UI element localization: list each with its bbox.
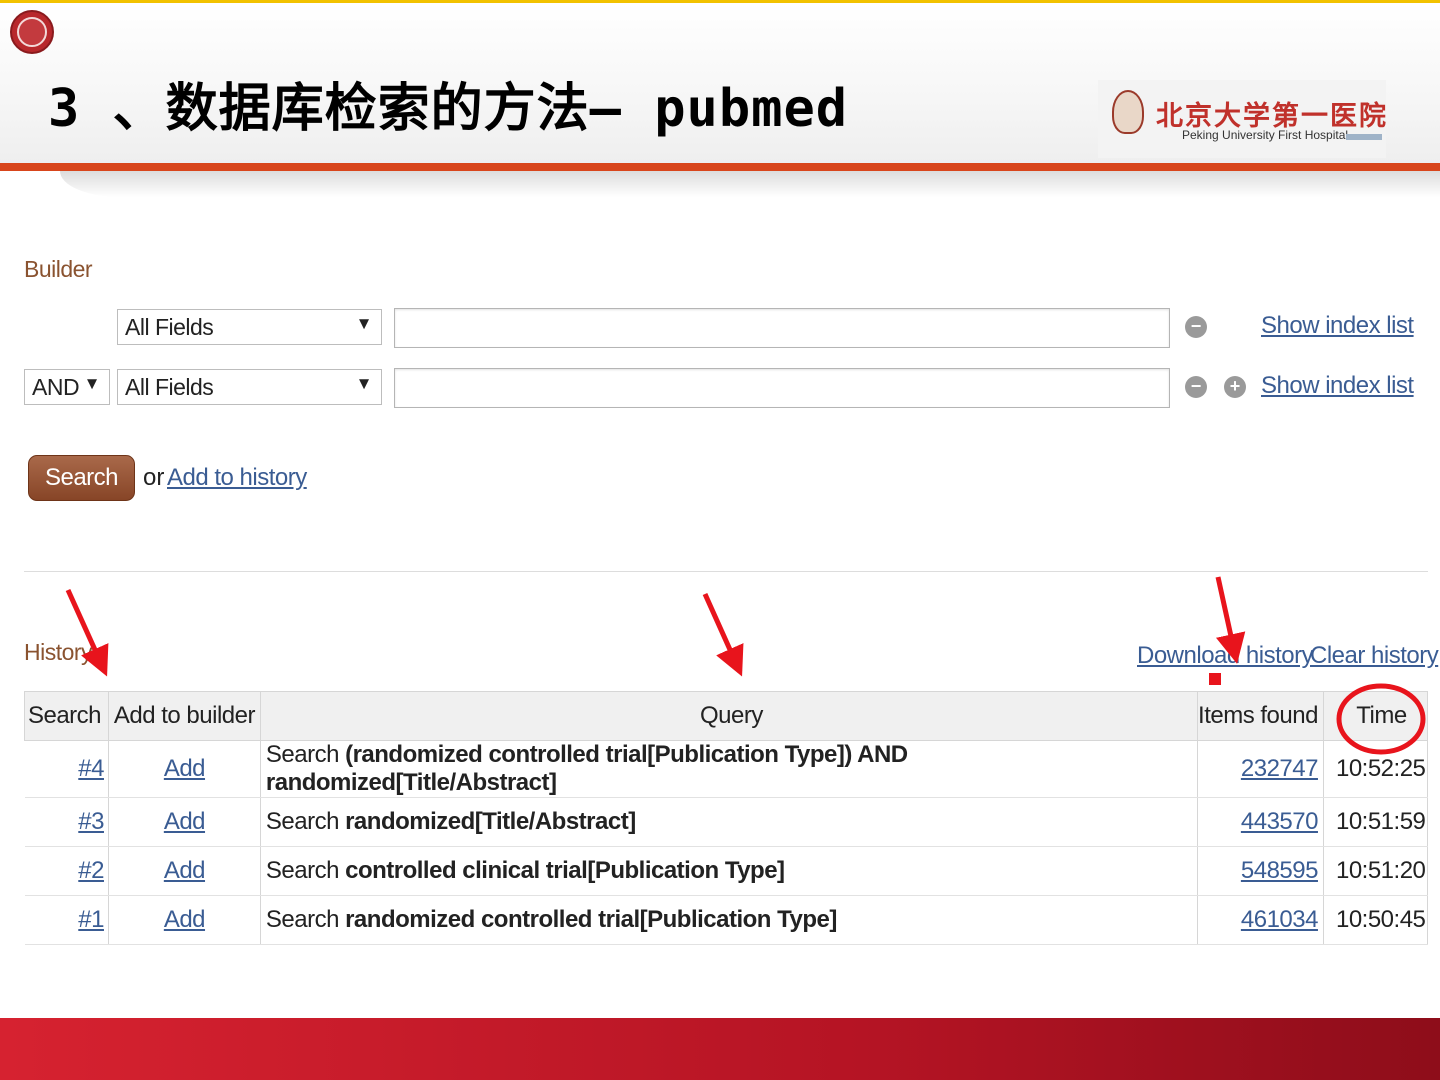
query-text: controlled clinical trial[Publication Ty… [345,857,785,884]
query-prefix: Search [265,741,340,768]
items-found-link[interactable]: 548595 [1241,857,1319,884]
header-divider [0,163,1440,171]
header-swoosh [60,171,1440,197]
query-cell: Search randomized controlled trial[Publi… [260,895,1199,945]
time-cell: 10:52:25 [1323,740,1429,798]
or-label: or [143,464,165,491]
dropdown-caret-icon: ▼ [355,314,373,333]
add-to-builder-link[interactable]: Add [164,906,206,933]
operator-select[interactable]: AND ▼ [24,369,110,405]
items-found-link[interactable]: 232747 [1241,755,1319,782]
time-cell: 10:51:20 [1323,846,1429,896]
history-table: Search Add to builder Query Items found … [24,691,1429,945]
query-cell: Search controlled clinical trial[Publica… [260,846,1199,896]
slide-footer-bar [0,1018,1440,1080]
university-seal-icon [10,10,54,54]
search-number-link[interactable]: #2 [78,857,104,884]
query-cell: Search (randomized controlled trial[Publ… [260,740,1199,798]
search-term-input-1[interactable] [394,308,1170,348]
history-table-header: Search Add to builder Query Items found … [24,691,1429,741]
search-number-link[interactable]: #1 [78,906,104,933]
hospital-logo: 北京大学第一医院 Peking University First Hospita… [1098,80,1386,158]
column-header-search: Search [24,691,109,741]
search-term-input-2[interactable] [394,368,1170,408]
field-select-1[interactable]: All Fields ▼ [117,309,382,345]
table-row: #2 Add Search controlled clinical trial[… [24,846,1429,896]
search-number-link[interactable]: #3 [78,808,104,835]
show-index-list-link-1[interactable]: Show index list [1261,312,1414,340]
column-header-query: Query [259,691,1199,741]
query-text: (randomized controlled trial[Publication… [265,741,908,796]
annotation-arrow-query [702,592,744,677]
table-row: #1 Add Search randomized controlled tria… [24,895,1429,945]
add-to-builder-link[interactable]: Add [164,808,206,835]
dropdown-caret-icon: ▼ [83,374,101,393]
slide-title: 3 、数据库检索的方法— pubmed [48,79,849,139]
operator-select-value: AND [32,374,80,400]
time-cell: 10:50:45 [1323,895,1429,945]
add-to-history-link[interactable]: Add to history [167,464,307,492]
builder-heading: Builder [24,256,93,282]
column-header-add-to-builder: Add to builder [107,691,261,741]
annotation-marker-square [1209,673,1221,685]
hospital-name-en: Peking University First Hospital [1182,128,1349,142]
remove-row-icon[interactable]: − [1185,316,1207,338]
remove-row-icon[interactable]: − [1185,376,1207,398]
query-text: randomized controlled trial[Publication … [345,906,837,933]
download-history-link[interactable]: Download history [1137,642,1314,670]
dropdown-caret-icon: ▼ [355,374,373,393]
section-divider [24,571,1428,572]
hospital-emblem-icon [1112,90,1144,134]
time-cell: 10:51:59 [1323,797,1429,847]
items-found-link[interactable]: 461034 [1241,906,1319,933]
add-row-icon[interactable]: + [1224,376,1246,398]
history-heading: History [24,639,93,665]
column-header-items-found: Items found [1197,691,1324,741]
query-prefix: Search [265,906,340,933]
logo-decoration [1346,134,1382,140]
search-number-link[interactable]: #4 [78,755,104,782]
query-cell: Search randomized[Title/Abstract] [260,797,1199,847]
column-header-time: Time [1322,691,1429,741]
items-found-link[interactable]: 443570 [1241,808,1319,835]
add-to-builder-link[interactable]: Add [164,857,206,884]
field-select-2-value: All Fields [125,374,214,400]
query-text: randomized[Title/Abstract] [345,808,636,835]
field-select-1-value: All Fields [125,314,214,340]
add-to-builder-link[interactable]: Add [164,755,206,782]
query-prefix: Search [265,857,340,884]
show-index-list-link-2[interactable]: Show index list [1261,372,1414,400]
table-row: #4 Add Search (randomized controlled tri… [24,740,1429,798]
search-button[interactable]: Search [28,455,135,501]
field-select-2[interactable]: All Fields ▼ [117,369,382,405]
clear-history-link[interactable]: Clear history [1310,642,1439,670]
table-row: #3 Add Search randomized[Title/Abstract]… [24,797,1429,847]
query-prefix: Search [265,808,340,835]
